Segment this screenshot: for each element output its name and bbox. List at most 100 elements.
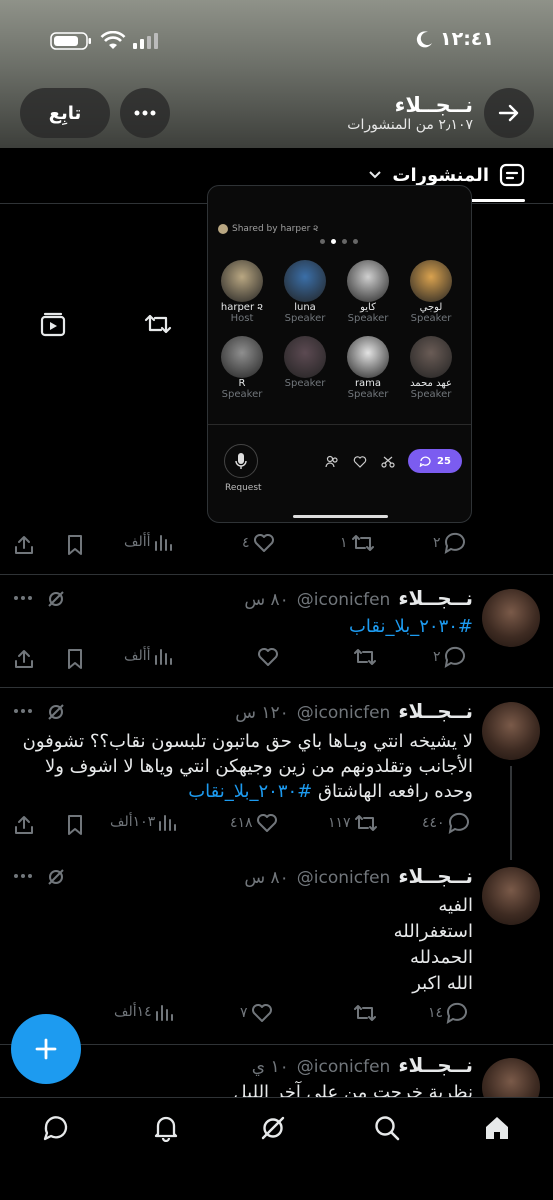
view-count: ١٤ألف <box>114 1004 152 1020</box>
header-post-count: ٢٫١٠٧ من المنشورات <box>347 117 473 133</box>
repost-button[interactable]: ١١٧ <box>328 812 379 834</box>
battery-icon <box>50 32 91 50</box>
speaker-role: Host <box>230 313 254 324</box>
speaker-item[interactable]: لوجي Speaker <box>399 260 463 324</box>
repost-icon[interactable] <box>352 646 378 668</box>
reply-count: ٤٤٠ <box>422 815 445 831</box>
follow-button[interactable]: تابِع <box>20 88 110 138</box>
avatar[interactable] <box>482 589 540 647</box>
heart-icon <box>251 1004 272 1022</box>
grok-icon[interactable] <box>46 589 66 609</box>
author-name[interactable]: نــجــلاء <box>398 586 473 610</box>
status-time: ١٢:٤١ <box>440 28 494 50</box>
reply-button[interactable]: ١٤ <box>428 1002 469 1024</box>
avatar[interactable] <box>482 702 540 760</box>
request-label: Request <box>225 483 262 493</box>
heart-icon[interactable] <box>256 646 280 668</box>
reply-button[interactable]: ٤٤٠ <box>422 812 471 834</box>
reply-button[interactable]: ٢ <box>433 532 467 554</box>
speaker-item[interactable]: rama Speaker <box>336 336 400 400</box>
search-icon[interactable] <box>373 1114 401 1142</box>
speaker-role: Speaker <box>410 389 452 400</box>
views-button[interactable]: أألف <box>124 646 173 666</box>
bookmark-icon[interactable] <box>65 534 85 556</box>
home-icon[interactable] <box>483 1114 511 1142</box>
bottom-navigation <box>0 1097 553 1200</box>
shared-by-avatar <box>218 224 228 234</box>
grok-icon[interactable] <box>259 1114 287 1142</box>
tweet-time: ٨٠ س <box>244 590 289 610</box>
author-name[interactable]: نــجــلاء <box>398 1053 473 1077</box>
speaker-item[interactable]: عهد محمد Speaker <box>399 336 463 400</box>
tweet-3-actions: ٤٤٠ ١١٧ ٤١٨ ١٠٣ألف <box>0 812 553 842</box>
grok-icon[interactable] <box>46 702 66 722</box>
tab-media-icon[interactable] <box>40 311 66 337</box>
compose-button[interactable] <box>11 1014 81 1084</box>
profile-header: ١٢:٤١ تابِع نــجــلاء ٢٫١٠٧ من المنشورات <box>0 0 553 148</box>
speaker-role: Speaker <box>284 313 326 324</box>
repost-button[interactable]: ١ <box>340 532 376 554</box>
grok-icon[interactable] <box>46 867 66 887</box>
repost-count: ١١٧ <box>328 815 351 831</box>
arrow-right-icon <box>498 104 519 122</box>
request-mic-button[interactable] <box>224 444 258 478</box>
header-name: نــجــلاء <box>394 93 473 117</box>
reply-button[interactable]: ٢ <box>433 646 467 668</box>
tab-reposts-icon[interactable] <box>143 312 173 336</box>
plus-icon <box>35 1038 57 1060</box>
listener-count-pill[interactable]: 25 <box>408 449 462 473</box>
speaker-name: rama <box>354 378 382 389</box>
repost-icon <box>351 535 374 551</box>
speaker-avatar <box>347 260 389 302</box>
more-options-button[interactable] <box>120 88 170 138</box>
speaker-item[interactable]: R Speaker <box>210 336 274 400</box>
author-name[interactable]: نــجــلاء <box>398 699 473 723</box>
reply-icon <box>444 532 465 554</box>
speaker-role: Speaker <box>347 389 389 400</box>
views-button[interactable]: أألف <box>124 532 173 552</box>
speaker-item[interactable]: harper ૨ Host <box>210 260 274 324</box>
speaker-name: لوجي <box>419 302 443 313</box>
shared-by-row: Shared by harper ૨ <box>218 224 318 234</box>
bookmark-icon[interactable] <box>65 814 85 836</box>
tweet-text-line: الأجانب وتقلدونهم من زين وجيهكن انتي ويا… <box>44 756 473 777</box>
speaker-item[interactable]: Speaker <box>273 336 337 389</box>
people-icon[interactable] <box>325 455 339 469</box>
views-button[interactable]: ١٠٣ألف <box>110 812 177 832</box>
more-icon[interactable] <box>13 595 33 601</box>
views-chart-icon <box>155 1005 173 1021</box>
share-icon[interactable] <box>13 814 35 836</box>
speaker-item[interactable]: luna Speaker <box>273 260 337 324</box>
heart-plus-icon[interactable] <box>353 455 367 469</box>
views-button[interactable]: ١٤ألف <box>114 1002 174 1022</box>
share-icon[interactable] <box>13 534 35 556</box>
like-button[interactable]: ٧ <box>240 1002 274 1024</box>
speaker-name: harper ૨ <box>220 302 264 313</box>
like-count: ٤ <box>242 535 250 551</box>
like-button[interactable]: ٤١٨ <box>230 812 279 834</box>
speaker-item[interactable]: كايو Speaker <box>336 260 400 324</box>
reply-count: ٢ <box>433 649 441 665</box>
bookmark-icon[interactable] <box>65 648 85 670</box>
bell-icon[interactable] <box>152 1114 180 1142</box>
listener-count: 25 <box>437 455 451 467</box>
hashtag-link[interactable]: #٢٠٣٠_بلا_نقاب <box>349 616 473 637</box>
speaker-avatar <box>284 336 326 378</box>
like-button[interactable]: ٤ <box>242 532 276 554</box>
more-icon[interactable] <box>13 708 33 714</box>
microphone-icon <box>235 453 247 469</box>
views-chart-icon <box>154 649 172 665</box>
scissors-icon[interactable] <box>381 455 395 469</box>
messages-icon[interactable] <box>42 1114 70 1142</box>
author-name[interactable]: نــجــلاء <box>398 864 473 888</box>
hashtag-link[interactable]: #٢٠٣٠_بلا_نقاب <box>188 781 312 802</box>
views-chart-icon <box>159 815 177 831</box>
back-button[interactable] <box>484 88 534 138</box>
avatar[interactable] <box>482 867 540 925</box>
embedded-space-card[interactable]: Shared by harper ૨ لوجي Speaker كايو Speake… <box>207 185 472 523</box>
more-icon[interactable] <box>13 873 33 879</box>
share-icon[interactable] <box>13 648 35 670</box>
repost-icon[interactable] <box>352 1002 378 1024</box>
speaker-avatar <box>221 336 263 378</box>
view-count: ١٠٣ألف <box>110 814 156 830</box>
